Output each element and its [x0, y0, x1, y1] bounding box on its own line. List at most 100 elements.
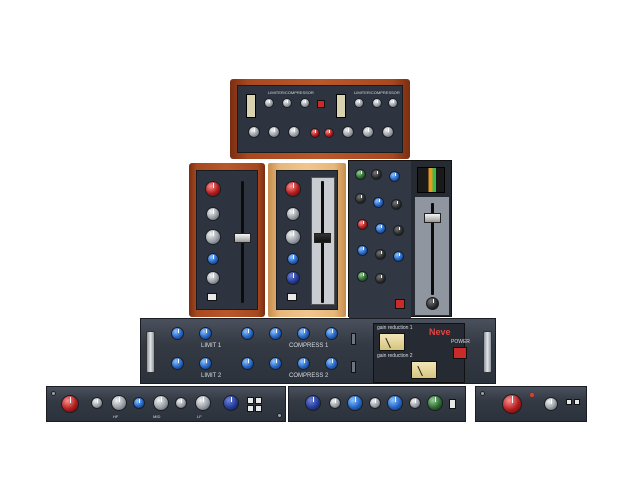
rack-screw — [277, 413, 282, 418]
phase-button[interactable] — [566, 399, 572, 405]
mid-gain-knob[interactable] — [287, 253, 299, 265]
link-button[interactable] — [317, 100, 325, 108]
channel-right-label: LIMITER/COMPRESSOR — [354, 90, 400, 95]
section-limit-1: LIMIT 1 — [201, 343, 222, 349]
mid-gain-knob[interactable] — [207, 253, 219, 265]
eq-knob[interactable] — [393, 225, 404, 236]
lf-eq-knob[interactable] — [286, 271, 300, 285]
eq-knob[interactable] — [369, 397, 381, 409]
mid-freq-knob[interactable] — [133, 397, 145, 409]
input-gain-knob[interactable] — [502, 394, 522, 414]
lf-gain-knob[interactable] — [195, 395, 211, 411]
release-knob[interactable] — [268, 126, 280, 138]
eq-knob[interactable] — [329, 397, 341, 409]
threshold-knob[interactable] — [171, 327, 184, 340]
eq-knob[interactable] — [305, 395, 321, 411]
mid-freq-knob[interactable] — [205, 229, 221, 245]
output-knob[interactable] — [324, 128, 334, 138]
rack-33609-unit: LIMIT 1 COMPRESS 1 LIMIT 2 COMPRESS 2 ga… — [140, 318, 496, 384]
recovery-knob[interactable] — [297, 357, 310, 370]
output-knob[interactable] — [544, 397, 558, 411]
hf-gain-knob[interactable] — [111, 395, 127, 411]
attack-knob[interactable] — [342, 126, 354, 138]
lf-eq-knob[interactable] — [206, 271, 220, 285]
ratio-knob[interactable] — [288, 126, 300, 138]
hf-eq-knob[interactable] — [206, 207, 220, 221]
eq-knob[interactable] — [375, 249, 386, 260]
console-channel-unit — [348, 160, 452, 318]
preamp-1073-oak-unit — [268, 163, 346, 317]
phase-button[interactable] — [207, 293, 217, 301]
eq-knob[interactable] — [393, 251, 404, 262]
link-switch[interactable] — [351, 333, 356, 345]
fader-icon[interactable] — [234, 233, 251, 243]
output-knob[interactable] — [310, 128, 320, 138]
eq-knob[interactable] — [387, 395, 403, 411]
preamp-1073-oak-faceplate — [276, 170, 338, 310]
hf-eq-knob[interactable] — [286, 207, 300, 221]
ratio-knob[interactable] — [382, 126, 394, 138]
section-compress-1: COMPRESS 1 — [289, 343, 329, 349]
recovery-knob[interactable] — [297, 327, 310, 340]
power-label: POWER — [451, 339, 470, 345]
threshold-knob[interactable] — [269, 327, 282, 340]
recovery-knob[interactable] — [372, 98, 382, 108]
input-gain-knob[interactable] — [61, 395, 79, 413]
lf-label: LF — [197, 414, 202, 419]
recovery-knob[interactable] — [199, 327, 212, 340]
input-gain-knob[interactable] — [205, 181, 221, 197]
eq-knob[interactable] — [355, 169, 366, 180]
attack-knob[interactable] — [241, 357, 254, 370]
eq-knob[interactable] — [375, 223, 386, 234]
gain-knob[interactable] — [300, 98, 310, 108]
eq-knob[interactable] — [427, 395, 443, 411]
release-knob[interactable] — [362, 126, 374, 138]
rack-handle-icon — [483, 331, 492, 373]
mid-freq-knob[interactable] — [285, 229, 301, 245]
brand-logo: Neve — [429, 327, 451, 337]
hpf-button[interactable] — [247, 405, 254, 412]
eq-in-button[interactable] — [247, 397, 254, 404]
rack-handle-icon — [146, 331, 155, 373]
eq-knob[interactable] — [391, 199, 402, 210]
threshold-knob[interactable] — [264, 98, 274, 108]
lpf-button[interactable] — [255, 405, 262, 412]
gain-knob[interactable] — [325, 357, 338, 370]
channel-left-label: LIMITER/COMPRESSOR — [268, 90, 314, 95]
fader-icon[interactable] — [424, 213, 441, 223]
eq-knob[interactable] — [357, 271, 368, 282]
eq-knob[interactable] — [347, 395, 363, 411]
phase-button[interactable] — [287, 293, 297, 301]
recovery-knob[interactable] — [199, 357, 212, 370]
pad-button[interactable] — [574, 399, 580, 405]
threshold-knob[interactable] — [269, 357, 282, 370]
lf-freq-knob[interactable] — [175, 397, 187, 409]
eq-knob[interactable] — [371, 169, 382, 180]
pan-knob[interactable] — [426, 297, 439, 310]
power-button-icon[interactable] — [453, 347, 467, 359]
hf-freq-knob[interactable] — [91, 397, 103, 409]
eq-knob[interactable] — [409, 397, 421, 409]
eq-knob[interactable] — [357, 219, 368, 230]
attack-knob[interactable] — [248, 126, 260, 138]
eq-knob[interactable] — [357, 245, 368, 256]
mid-gain-knob[interactable] — [153, 395, 169, 411]
gain-knob[interactable] — [388, 98, 398, 108]
threshold-knob[interactable] — [171, 357, 184, 370]
eq-knob[interactable] — [355, 193, 366, 204]
eq-knob[interactable] — [389, 171, 400, 182]
preamp-1073-faceplate — [196, 170, 258, 310]
gain-knob[interactable] — [325, 327, 338, 340]
threshold-knob[interactable] — [354, 98, 364, 108]
fader-icon[interactable] — [314, 233, 331, 243]
recovery-knob[interactable] — [282, 98, 292, 108]
input-gain-knob[interactable] — [285, 181, 301, 197]
phase-button[interactable] — [255, 397, 262, 404]
link-switch[interactable] — [351, 361, 356, 373]
power-button-icon[interactable] — [395, 299, 405, 309]
output-knob[interactable] — [223, 395, 239, 411]
eq-in-button[interactable] — [449, 399, 456, 409]
attack-knob[interactable] — [241, 327, 254, 340]
eq-knob[interactable] — [373, 197, 384, 208]
eq-knob[interactable] — [375, 273, 386, 284]
